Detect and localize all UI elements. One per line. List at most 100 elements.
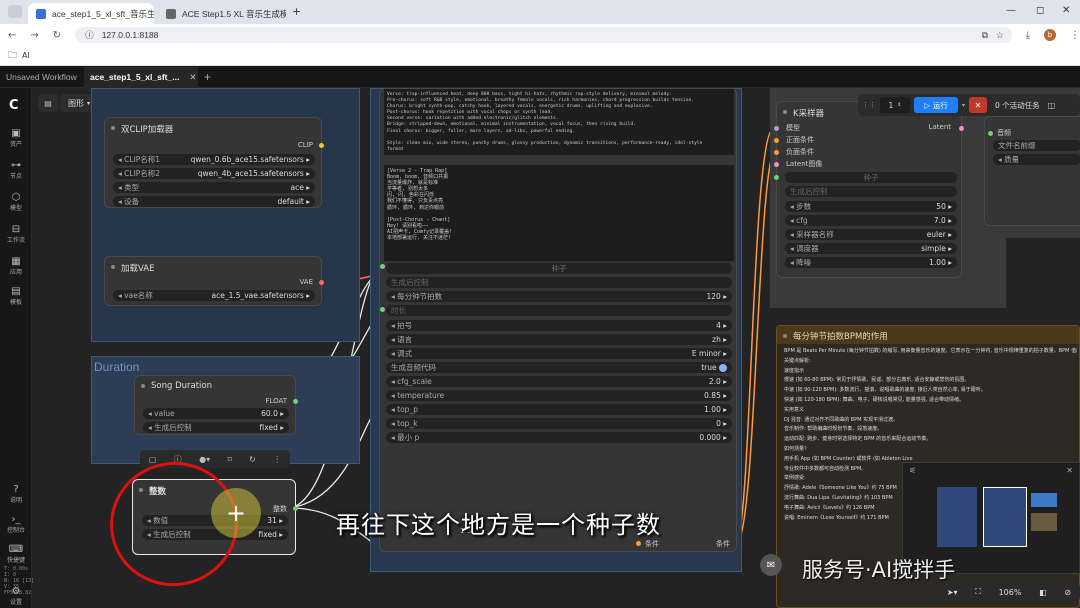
minimap-settings-icon[interactable]: ⚟ bbox=[909, 466, 916, 475]
input-slot-latent[interactable] bbox=[774, 162, 779, 167]
panel-toggle-icon[interactable]: ◫ bbox=[1048, 101, 1056, 110]
widget-cfg-scale[interactable]: ◂ cfg_scale 2.0 ▸ bbox=[386, 376, 732, 387]
browser-menu-icon[interactable]: ⋮ bbox=[1070, 30, 1080, 41]
color-icon[interactable]: ●▾ bbox=[199, 455, 210, 464]
close-icon[interactable]: ✕ bbox=[189, 72, 196, 83]
widget-steps[interactable]: ◂ 步数 50 ▸ bbox=[785, 201, 957, 212]
widget-control-after-generate[interactable]: 生成后控制 bbox=[386, 277, 732, 288]
widget-language[interactable]: ◂ 语言 zh ▸ bbox=[386, 334, 732, 345]
input-slot-model[interactable] bbox=[774, 126, 779, 131]
output-slot-conditioning[interactable] bbox=[636, 541, 641, 546]
active-tasks-badge[interactable]: 0 个活动任务 bbox=[991, 97, 1044, 113]
widget-quality[interactable]: ◂ 质量 bbox=[993, 154, 1080, 165]
run-button[interactable]: ▷ 运行 bbox=[914, 97, 958, 113]
widget-control-after-generate[interactable]: 生成后控制 bbox=[785, 186, 957, 197]
widget-scheduler[interactable]: ◂ 调度器 simple ▸ bbox=[785, 243, 957, 254]
pointer-icon[interactable]: ➤▾ bbox=[947, 588, 958, 597]
output-slot-vae[interactable] bbox=[319, 280, 324, 285]
browser-tab-2[interactable]: ACE Step1.5 XL 音乐生成模型 ✕ bbox=[158, 3, 286, 24]
maximize-icon[interactable]: ◻ bbox=[1036, 5, 1044, 16]
widget-min-p[interactable]: ◂ 最小 p 0.000 ▸ bbox=[386, 432, 732, 443]
widget-sampler-name[interactable]: ◂ 采样器名称 euler ▸ bbox=[785, 229, 957, 240]
minimap-viewport[interactable] bbox=[983, 487, 1027, 547]
input-slot-negative[interactable] bbox=[774, 150, 779, 155]
url-field[interactable]: ⓘ 127.0.0.1:8188 ⧉ ☆ bbox=[75, 27, 1012, 43]
input-slot-positive[interactable] bbox=[774, 138, 779, 143]
workflow-tab-unsaved[interactable]: Unsaved Workflow bbox=[0, 67, 84, 88]
window-close-icon[interactable]: ✕ bbox=[1062, 5, 1070, 16]
widget-value[interactable]: ◂ value 60.0 ▸ bbox=[143, 408, 289, 419]
node-load-vae[interactable]: 加载VAE VAE ◂ vae名称 ace_1.5_vae.safetensors… bbox=[104, 256, 324, 306]
input-slot-seed[interactable] bbox=[774, 175, 779, 180]
tags-textarea[interactable]: Verse: trap-influenced beat, deep 808 ba… bbox=[384, 89, 734, 155]
sidebar-item-workflows[interactable]: ⊟ 工作流 bbox=[0, 224, 32, 244]
output-slot-latent[interactable] bbox=[959, 126, 964, 131]
browser-tab-1[interactable]: ace_step1_5_xl_sft_音乐生成 ✕ bbox=[28, 3, 154, 24]
refresh-icon[interactable]: ↻ bbox=[249, 455, 256, 464]
batch-count-input[interactable]: 1 ⇕ bbox=[880, 97, 910, 113]
widget-top-p[interactable]: ◂ top_p 1.00 ▸ bbox=[386, 404, 732, 415]
forward-icon[interactable]: → bbox=[30, 30, 38, 41]
widget-generate-audio-codes[interactable]: 生成音频代码 true bbox=[386, 362, 732, 373]
add-workflow-tab-button[interactable]: + bbox=[198, 67, 217, 88]
minimap-icon[interactable]: ◧ bbox=[1039, 588, 1047, 597]
widget-cfg[interactable]: ◂ cfg 7.0 ▸ bbox=[785, 215, 957, 226]
sidebar-item-nodes[interactable]: ⊶ 节点 bbox=[0, 160, 32, 180]
widget-top-k[interactable]: ◂ top_k 0 ▸ bbox=[386, 418, 732, 429]
node-ksampler[interactable]: K采样器 模型 正面条件 负面条件 Latent图像 Latent 种子 生成后… bbox=[774, 101, 964, 278]
widget-temperature[interactable]: ◂ temperature 0.85 ▸ bbox=[386, 390, 732, 401]
sidebar-item-console[interactable]: ›_ 控制台 bbox=[0, 514, 32, 534]
widget-duration[interactable]: 时长 bbox=[386, 305, 732, 316]
sidebar-item-shortcuts[interactable]: ⌨ 快捷键 bbox=[0, 544, 32, 564]
input-slot-seed[interactable] bbox=[380, 264, 385, 269]
lyrics-textarea[interactable]: [Verse 2 - Trap Rap] Boom, boom, 音频口共振 当… bbox=[384, 165, 734, 261]
fit-view-icon[interactable]: ⛶ bbox=[975, 587, 981, 597]
widget-type[interactable]: ◂ 类型 ace ▸ bbox=[113, 182, 315, 193]
sidebar-item-apps[interactable]: ▦ 应用 bbox=[0, 256, 32, 276]
new-tab-button[interactable]: + bbox=[292, 5, 301, 18]
output-slot-clip[interactable] bbox=[319, 143, 324, 148]
node-save-audio[interactable]: 音频 文件名前缀 ◂ 质量 bbox=[984, 116, 1080, 226]
widget-clip-name-2[interactable]: ◂ CLIP名称2 qwen_4b_ace15.safetensors ▸ bbox=[113, 168, 315, 179]
widget-bpm[interactable]: ◂ 每分钟节拍数 120 ▸ bbox=[386, 291, 732, 302]
widget-vae-name[interactable]: ◂ vae名称 ace_1.5_vae.safetensors ▸ bbox=[113, 290, 315, 301]
workflow-tab-active[interactable]: ace_step1_5_xl_sft_... ✕ bbox=[84, 66, 198, 88]
bookmark-icon[interactable]: ⌑ bbox=[228, 455, 232, 464]
toggle-knob[interactable] bbox=[719, 364, 727, 372]
node-dual-clip-loader[interactable]: 双CLIP加载器 CLIP ◂ CLIP名称1 qwen_0.6b_ace15.s… bbox=[104, 117, 324, 208]
drag-handle-icon[interactable]: ⋮⋮ bbox=[862, 101, 876, 109]
minimize-icon[interactable]: — bbox=[1006, 5, 1016, 16]
output-slot-int[interactable] bbox=[293, 506, 298, 511]
widget-device[interactable]: ◂ 设备 default ▸ bbox=[113, 196, 315, 207]
profile-avatar[interactable]: b bbox=[1044, 29, 1056, 41]
bypass-icon[interactable]: ▢ bbox=[149, 455, 157, 464]
link-visibility-icon[interactable]: ⊘ bbox=[1064, 588, 1071, 597]
bookmark-folder-ai[interactable]: AI bbox=[22, 51, 30, 60]
more-icon[interactable]: ⋮ bbox=[273, 455, 281, 464]
node-text-encode-ace-step[interactable]: Verse: trap-influenced beat, deep 808 ba… bbox=[379, 88, 737, 552]
node-song-duration[interactable]: Song Duration FLOAT ◂ value 60.0 ▸ ◂ 生成后控… bbox=[134, 375, 298, 435]
bookmark-star-icon[interactable]: ☆ bbox=[996, 30, 1004, 41]
input-slot-duration[interactable] bbox=[380, 307, 385, 312]
sidebar-item-templates[interactable]: ▤ 模板 bbox=[0, 286, 32, 306]
tab-search-icon[interactable] bbox=[8, 5, 22, 18]
sidebar-item-help[interactable]: ? 说明 bbox=[0, 484, 32, 504]
widget-control-after-generate[interactable]: ◂ 生成后控制 fixed ▸ bbox=[143, 422, 289, 433]
widget-seed[interactable]: 种子 bbox=[386, 263, 732, 274]
zoom-level[interactable]: 106% bbox=[999, 588, 1022, 597]
widget-clip-name-1[interactable]: ◂ CLIP名称1 qwen_0.6b_ace15.safetensors ▸ bbox=[113, 154, 315, 165]
widget-time-signature[interactable]: ◂ 拍号 4 ▸ bbox=[386, 320, 732, 331]
widget-filename-prefix[interactable]: 文件名前缀 bbox=[993, 140, 1080, 151]
site-info-icon[interactable]: ⓘ bbox=[85, 29, 94, 41]
canvas-menu-icon[interactable]: ▤ bbox=[38, 94, 58, 112]
close-icon[interactable]: ✕ bbox=[1066, 466, 1073, 475]
widget-denoise[interactable]: ◂ 降噪 1.00 ▸ bbox=[785, 257, 957, 268]
cancel-run-button[interactable]: ✕ bbox=[969, 97, 988, 113]
widget-key-scale[interactable]: ◂ 调式 E minor ▸ bbox=[386, 348, 732, 359]
download-icon[interactable]: ⤓ bbox=[1026, 30, 1030, 41]
reload-icon[interactable]: ↻ bbox=[53, 30, 61, 41]
input-slot-audio[interactable] bbox=[988, 131, 993, 136]
sidebar-item-models[interactable]: ⬡ 模型 bbox=[0, 192, 32, 212]
widget-seed[interactable]: 种子 bbox=[785, 172, 957, 183]
sidebar-item-assets[interactable]: ▣ 资产 bbox=[0, 128, 32, 148]
